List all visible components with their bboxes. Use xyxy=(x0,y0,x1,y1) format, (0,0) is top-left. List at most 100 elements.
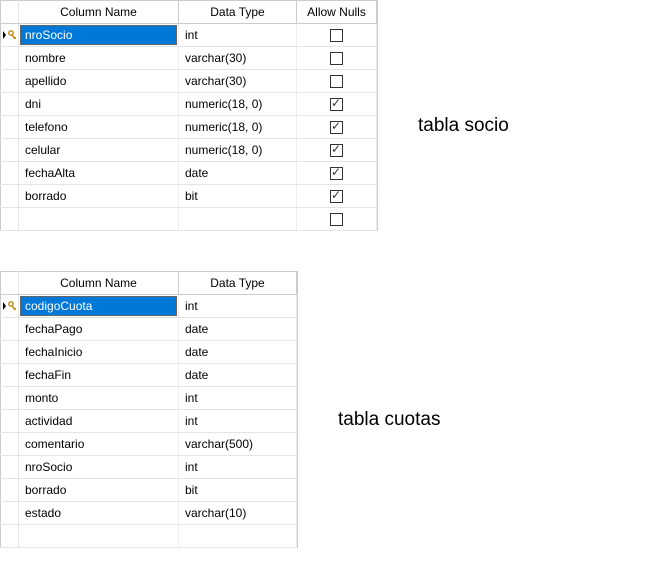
row-selector[interactable] xyxy=(1,162,19,185)
table-row[interactable]: nombrevarchar(30) xyxy=(1,47,377,70)
table-row[interactable]: telefononumeric(18, 0) xyxy=(1,116,377,139)
allow-nulls-checkbox[interactable] xyxy=(330,167,343,180)
data-type-cell[interactable] xyxy=(179,208,297,231)
row-selector[interactable] xyxy=(1,433,19,456)
data-type-cell[interactable]: varchar(30) xyxy=(179,70,297,93)
column-name-cell[interactable]: fechaAlta xyxy=(19,162,179,185)
table-row[interactable]: fechaFindate xyxy=(1,364,297,387)
row-selector[interactable] xyxy=(1,341,19,364)
row-selector[interactable] xyxy=(1,525,19,548)
allow-nulls-checkbox[interactable] xyxy=(330,144,343,157)
data-type-cell[interactable]: int xyxy=(179,24,297,47)
table-row[interactable]: comentariovarchar(500) xyxy=(1,433,297,456)
allow-nulls-checkbox[interactable] xyxy=(330,213,343,226)
column-name-cell[interactable] xyxy=(19,208,179,231)
table-row[interactable] xyxy=(1,525,297,548)
data-type-cell[interactable]: varchar(500) xyxy=(179,433,297,456)
data-type-cell[interactable]: bit xyxy=(179,479,297,502)
row-selector[interactable] xyxy=(1,70,19,93)
table-row[interactable]: dninumeric(18, 0) xyxy=(1,93,377,116)
table-row[interactable]: nroSocioint xyxy=(1,456,297,479)
data-type-cell[interactable]: varchar(10) xyxy=(179,502,297,525)
column-name-cell[interactable]: apellido xyxy=(19,70,179,93)
column-name-cell[interactable]: fechaPago xyxy=(19,318,179,341)
table-designer-socio[interactable]: Column Name Data Type Allow Nulls nroSoc… xyxy=(0,0,378,231)
allow-nulls-cell[interactable] xyxy=(297,47,377,70)
data-type-cell[interactable]: date xyxy=(179,341,297,364)
table-row[interactable]: borradobit xyxy=(1,185,377,208)
allow-nulls-cell[interactable] xyxy=(297,24,377,47)
row-selector[interactable] xyxy=(1,410,19,433)
column-name-cell[interactable]: borrado xyxy=(19,479,179,502)
data-type-cell[interactable]: bit xyxy=(179,185,297,208)
header-allow-nulls[interactable]: Allow Nulls xyxy=(297,1,377,24)
column-name-cell[interactable]: monto xyxy=(19,387,179,410)
column-name-cell[interactable]: celular xyxy=(19,139,179,162)
table-row[interactable]: fechaPagodate xyxy=(1,318,297,341)
row-selector[interactable] xyxy=(1,318,19,341)
allow-nulls-checkbox[interactable] xyxy=(330,190,343,203)
data-type-cell[interactable]: numeric(18, 0) xyxy=(179,139,297,162)
row-selector[interactable] xyxy=(1,387,19,410)
data-type-cell[interactable]: int xyxy=(179,295,297,318)
table-row[interactable]: apellidovarchar(30) xyxy=(1,70,377,93)
allow-nulls-checkbox[interactable] xyxy=(330,52,343,65)
allow-nulls-cell[interactable] xyxy=(297,162,377,185)
table-designer-cuotas[interactable]: Column Name Data Type codigoCuotaintfech… xyxy=(0,271,298,548)
column-name-cell[interactable]: codigoCuota xyxy=(19,295,179,318)
allow-nulls-checkbox[interactable] xyxy=(330,98,343,111)
table-row[interactable]: estadovarchar(10) xyxy=(1,502,297,525)
table-row[interactable]: borradobit xyxy=(1,479,297,502)
table-row[interactable]: fechaAltadate xyxy=(1,162,377,185)
row-selector[interactable] xyxy=(1,93,19,116)
table-row[interactable]: montoint xyxy=(1,387,297,410)
data-type-cell[interactable]: int xyxy=(179,387,297,410)
data-type-cell[interactable]: date xyxy=(179,364,297,387)
column-name-cell[interactable]: fechaFin xyxy=(19,364,179,387)
table-row[interactable]: actividadint xyxy=(1,410,297,433)
allow-nulls-checkbox[interactable] xyxy=(330,29,343,42)
column-name-cell[interactable]: nroSocio xyxy=(19,456,179,479)
allow-nulls-checkbox[interactable] xyxy=(330,75,343,88)
table-row[interactable] xyxy=(1,208,377,231)
header-data-type[interactable]: Data Type xyxy=(179,272,297,295)
column-name-cell[interactable]: dni xyxy=(19,93,179,116)
data-type-cell[interactable]: numeric(18, 0) xyxy=(179,116,297,139)
data-type-cell[interactable]: int xyxy=(179,410,297,433)
row-selector[interactable] xyxy=(1,47,19,70)
allow-nulls-cell[interactable] xyxy=(297,70,377,93)
row-selector[interactable] xyxy=(1,456,19,479)
data-type-cell[interactable]: varchar(30) xyxy=(179,47,297,70)
column-name-cell[interactable]: nroSocio xyxy=(19,24,179,47)
table-row[interactable]: celularnumeric(18, 0) xyxy=(1,139,377,162)
row-selector[interactable] xyxy=(1,116,19,139)
row-selector[interactable] xyxy=(1,24,19,47)
column-name-cell[interactable]: nombre xyxy=(19,47,179,70)
data-type-cell[interactable]: int xyxy=(179,456,297,479)
allow-nulls-cell[interactable] xyxy=(297,116,377,139)
header-column-name[interactable]: Column Name xyxy=(19,1,179,24)
table-row[interactable]: fechaIniciodate xyxy=(1,341,297,364)
allow-nulls-cell[interactable] xyxy=(297,185,377,208)
row-selector[interactable] xyxy=(1,295,19,318)
row-selector[interactable] xyxy=(1,185,19,208)
row-selector[interactable] xyxy=(1,139,19,162)
header-column-name[interactable]: Column Name xyxy=(19,272,179,295)
data-type-cell[interactable]: date xyxy=(179,162,297,185)
header-data-type[interactable]: Data Type xyxy=(179,1,297,24)
column-name-cell[interactable]: actividad xyxy=(19,410,179,433)
column-name-cell[interactable]: comentario xyxy=(19,433,179,456)
allow-nulls-cell[interactable] xyxy=(297,93,377,116)
data-type-cell[interactable]: numeric(18, 0) xyxy=(179,93,297,116)
allow-nulls-cell[interactable] xyxy=(297,208,377,231)
data-type-cell[interactable] xyxy=(179,525,297,548)
column-name-cell[interactable]: estado xyxy=(19,502,179,525)
allow-nulls-cell[interactable] xyxy=(297,139,377,162)
row-selector[interactable] xyxy=(1,364,19,387)
row-selector[interactable] xyxy=(1,479,19,502)
column-name-cell[interactable]: fechaInicio xyxy=(19,341,179,364)
column-name-cell[interactable] xyxy=(19,525,179,548)
row-selector[interactable] xyxy=(1,502,19,525)
column-name-cell[interactable]: borrado xyxy=(19,185,179,208)
data-type-cell[interactable]: date xyxy=(179,318,297,341)
